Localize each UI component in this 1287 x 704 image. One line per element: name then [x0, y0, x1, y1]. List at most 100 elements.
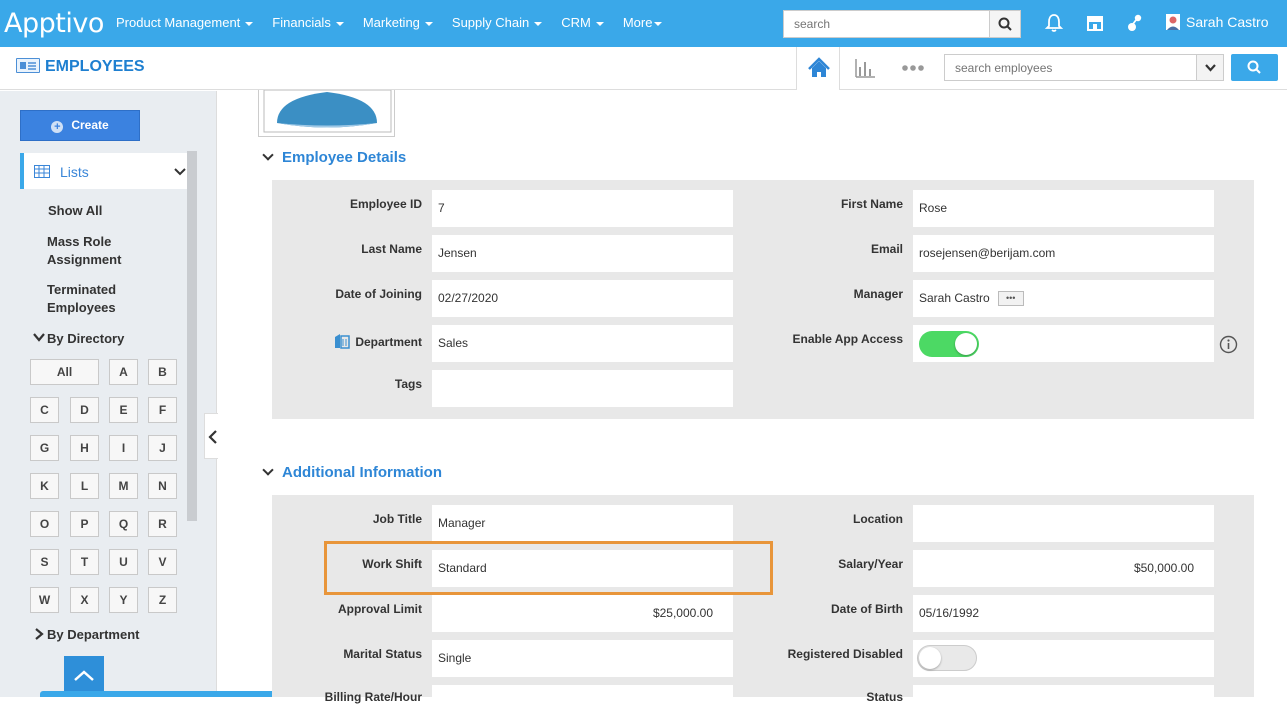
- employee-photo[interactable]: [258, 89, 395, 137]
- alpha-v[interactable]: V: [148, 549, 177, 575]
- global-search-input[interactable]: [784, 11, 990, 37]
- field-tags[interactable]: [432, 370, 733, 407]
- alpha-g[interactable]: G: [30, 435, 59, 461]
- field-date-of-birth[interactable]: 05/16/1992: [913, 595, 1214, 632]
- info-icon[interactable]: [1219, 335, 1238, 354]
- alpha-e[interactable]: E: [109, 397, 138, 423]
- caret-down-icon: [534, 21, 543, 26]
- caret-down-icon: [245, 21, 254, 26]
- field-employee-id[interactable]: 7: [432, 190, 733, 227]
- chevron-down-icon: [262, 464, 274, 476]
- top-navbar: Apptivo Product Management Financials Ma…: [0, 0, 1287, 47]
- field-job-title[interactable]: Manager: [432, 505, 733, 542]
- create-button[interactable]: + Create: [20, 110, 140, 141]
- field-salary[interactable]: $50,000.00: [913, 550, 1214, 587]
- bell-icon[interactable]: [1043, 12, 1065, 34]
- menu-supply-chain[interactable]: Supply Chain: [452, 0, 543, 47]
- connections-icon[interactable]: [1124, 12, 1146, 34]
- home-tab[interactable]: [796, 47, 840, 90]
- manager-lookup-button[interactable]: •••: [997, 291, 1024, 307]
- employee-search-button[interactable]: [1231, 54, 1278, 81]
- sidebar-link-mass-role[interactable]: Mass Role Assignment: [47, 233, 147, 269]
- alpha-a[interactable]: A: [109, 359, 138, 385]
- sidebar-link-show-all[interactable]: Show All: [48, 202, 102, 220]
- alpha-b[interactable]: B: [148, 359, 177, 385]
- section-additional-information[interactable]: Additional Information: [262, 464, 442, 481]
- employee-card-icon: [16, 58, 40, 73]
- menu-marketing[interactable]: Marketing: [363, 0, 433, 47]
- alpha-p[interactable]: P: [70, 511, 99, 537]
- chevron-right-icon: [35, 628, 44, 640]
- sidebar: + Create Lists Show All Mass Role Assignm…: [0, 91, 217, 697]
- alpha-m[interactable]: M: [109, 473, 138, 499]
- field-marital-status[interactable]: Single: [432, 640, 733, 677]
- field-enable-app-access: [913, 325, 1214, 362]
- section-employee-details[interactable]: Employee Details: [262, 149, 406, 166]
- field-approval-limit[interactable]: $25,000.00: [432, 595, 733, 632]
- home-icon: [808, 57, 830, 77]
- menu-more[interactable]: More: [623, 0, 663, 47]
- label-approval-limit: Approval Limit: [337, 602, 422, 616]
- registered-disabled-toggle[interactable]: [917, 645, 977, 671]
- label-first-name: First Name: [840, 197, 903, 211]
- app-logo[interactable]: Apptivo: [4, 8, 104, 39]
- alpha-q[interactable]: Q: [109, 511, 138, 537]
- building-icon: [335, 334, 351, 349]
- alpha-k[interactable]: K: [30, 473, 59, 499]
- alpha-f[interactable]: F: [148, 397, 177, 423]
- label-date-of-birth: Date of Birth: [831, 602, 903, 616]
- sidebar-link-terminated[interactable]: Terminated Employees: [47, 281, 147, 317]
- alpha-y[interactable]: Y: [109, 587, 138, 613]
- field-first-name[interactable]: Rose: [913, 190, 1214, 227]
- label-status: Status: [866, 690, 903, 704]
- alpha-h[interactable]: H: [70, 435, 99, 461]
- alpha-all[interactable]: All: [30, 359, 99, 385]
- alpha-c[interactable]: C: [30, 397, 59, 423]
- caret-down-icon: [595, 21, 604, 26]
- field-department[interactable]: Sales: [432, 325, 733, 362]
- alpha-t[interactable]: T: [70, 549, 99, 575]
- more-options-icon[interactable]: [900, 62, 926, 74]
- sidebar-scrollbar[interactable]: [187, 151, 197, 521]
- field-date-of-joining[interactable]: 02/27/2020: [432, 280, 733, 317]
- alpha-j[interactable]: J: [148, 435, 177, 461]
- alpha-i[interactable]: I: [109, 435, 138, 461]
- enable-app-access-toggle[interactable]: [919, 331, 979, 357]
- alpha-s[interactable]: S: [30, 549, 59, 575]
- label-enable-app-access: Enable App Access: [792, 332, 903, 346]
- alpha-r[interactable]: R: [148, 511, 177, 537]
- alpha-u[interactable]: U: [109, 549, 138, 575]
- alpha-l[interactable]: L: [70, 473, 99, 499]
- menu-crm[interactable]: CRM: [561, 0, 604, 47]
- by-department-toggle[interactable]: By Department: [33, 626, 139, 644]
- sidebar-collapse-button[interactable]: [204, 413, 218, 459]
- employee-search-input[interactable]: [945, 55, 1195, 80]
- store-icon[interactable]: [1084, 12, 1106, 34]
- field-billing-rate[interactable]: [432, 685, 733, 697]
- user-menu[interactable]: Sarah Castro: [1166, 14, 1268, 30]
- field-status[interactable]: [913, 685, 1214, 697]
- alpha-o[interactable]: O: [30, 511, 59, 537]
- label-manager: Manager: [853, 287, 903, 301]
- field-manager[interactable]: Sarah Castro •••: [913, 280, 1214, 317]
- alpha-d[interactable]: D: [70, 397, 99, 423]
- chevron-down-icon: [33, 333, 45, 342]
- menu-product-management[interactable]: Product Management: [116, 0, 254, 47]
- menu-financials[interactable]: Financials: [272, 0, 344, 47]
- global-search-button[interactable]: [989, 11, 1020, 37]
- field-last-name[interactable]: Jensen: [432, 235, 733, 272]
- lists-header[interactable]: Lists: [20, 153, 187, 189]
- caret-down-icon: [654, 21, 663, 26]
- alpha-w[interactable]: W: [30, 587, 59, 613]
- bar-chart-icon[interactable]: [853, 56, 877, 80]
- alpha-x[interactable]: X: [70, 587, 99, 613]
- field-location[interactable]: [913, 505, 1214, 542]
- search-filter-dropdown[interactable]: [1196, 55, 1223, 80]
- label-date-of-joining: Date of Joining: [335, 287, 422, 301]
- alpha-n[interactable]: N: [148, 473, 177, 499]
- page-title[interactable]: EMPLOYEES: [16, 58, 145, 76]
- alpha-z[interactable]: Z: [148, 587, 177, 613]
- by-directory-toggle[interactable]: By Directory: [33, 330, 124, 348]
- toggle-knob: [955, 333, 977, 355]
- field-email[interactable]: rosejensen@berijam.com: [913, 235, 1214, 272]
